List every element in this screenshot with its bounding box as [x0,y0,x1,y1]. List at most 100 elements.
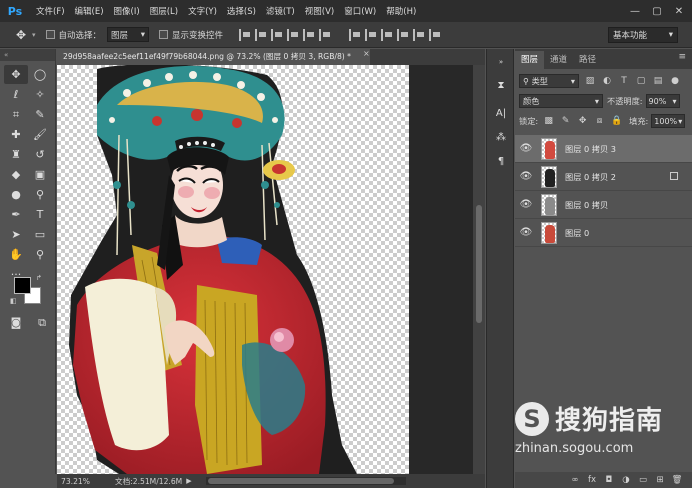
visibility-eye-icon[interactable]: 👁 [517,171,535,182]
tab-channels[interactable]: 通道 [544,51,573,69]
eraser-tool-icon[interactable]: ◆ [4,165,28,184]
align-bottom-icon[interactable] [271,28,283,41]
document-canvas[interactable] [57,65,409,474]
lock-image-icon[interactable]: ✎ [559,115,572,128]
panel-menu-icon[interactable]: ≡ [678,52,686,62]
layer-thumbnail[interactable] [541,165,557,188]
lasso-tool-icon[interactable]: ℓ [4,85,28,104]
layer-thumbnail[interactable] [541,221,557,244]
vertical-scroll-thumb[interactable] [476,205,482,323]
eyedropper-tool-icon[interactable]: ✎ [28,105,52,124]
quick-mask-icon[interactable]: ◙ [8,313,24,332]
filter-shape-icon[interactable]: ▢ [635,75,647,87]
zoom-tool-icon[interactable]: ⚲ [28,245,52,264]
distribute-hcenter-icon[interactable] [413,28,425,41]
menu-help[interactable]: 帮助(H) [386,5,416,17]
menu-filter[interactable]: 滤镜(T) [266,5,295,17]
auto-select-checkbox[interactable] [45,30,55,39]
hand-tool-icon[interactable]: ✋ [4,245,28,264]
character-panel-icon[interactable]: A| [491,105,511,123]
document-tab[interactable]: 29d958aafee2c5eef11ef49f79b68044.png @ 7… [57,49,370,65]
lock-position-icon[interactable]: ✥ [576,115,589,128]
distribute-vcenter-icon[interactable] [365,28,377,41]
adjustment-icon[interactable]: ◑ [619,475,633,485]
filter-adjustment-icon[interactable]: ◐ [601,75,613,87]
marquee-tool-icon[interactable]: ◯ [28,65,52,84]
canvas-area[interactable] [57,65,473,474]
layer-thumbnail[interactable] [541,193,557,216]
tools-panel-header[interactable]: « [0,49,55,61]
menu-select[interactable]: 选择(S) [227,5,256,17]
history-brush-tool-icon[interactable]: ↺ [28,145,52,164]
folder-icon[interactable]: ▭ [636,475,650,485]
filter-type-icon[interactable]: T [618,75,630,87]
zoom-level[interactable]: 73.21% [57,477,95,486]
healing-brush-tool-icon[interactable]: ✚ [4,125,28,144]
clone-stamp-tool-icon[interactable]: ♜ [4,145,28,164]
pen-tool-icon[interactable]: ✒ [4,205,28,224]
distribute-bottom-icon[interactable] [381,28,393,41]
gradient-tool-icon[interactable]: ▣ [28,165,52,184]
layer-name[interactable]: 图层 0 拷贝 2 [565,171,616,183]
visibility-eye-icon[interactable]: 👁 [517,199,535,210]
align-top-icon[interactable] [239,28,251,41]
foreground-color-swatch[interactable] [14,277,31,294]
magic-wand-tool-icon[interactable]: ✧ [28,85,52,104]
paragraph-panel-icon[interactable]: ¶ [491,153,511,171]
distribute-top-icon[interactable] [349,28,361,41]
move-tool-icon[interactable]: ✥ [4,65,28,84]
blend-mode-dropdown[interactable]: 颜色 ▾ [519,94,603,108]
menu-window[interactable]: 窗口(W) [344,5,376,17]
status-menu-arrow-icon[interactable]: ▶ [186,477,191,485]
horizontal-scroll-thumb[interactable] [207,478,394,484]
fill-field[interactable]: 100% ▾ [651,114,686,128]
menu-type[interactable]: 文字(Y) [188,5,217,17]
layer-row[interactable]: 👁 图层 0 拷贝 [515,191,692,219]
lock-artboard-icon[interactable]: ⧈ [593,115,606,128]
show-transform-checkbox[interactable] [159,30,169,39]
close-window-button[interactable]: ✕ [668,6,690,17]
type-tool-icon[interactable]: T [28,205,52,224]
filter-toggle-icon[interactable]: ● [669,75,681,87]
swap-colors-icon[interactable]: ↱ [36,274,42,282]
menu-file[interactable]: 文件(F) [36,5,65,17]
workspace-dropdown[interactable]: 基本功能 ▾ [608,27,678,43]
screen-mode-icon[interactable]: ⧉ [34,313,50,332]
filter-smart-object-icon[interactable]: ▤ [652,75,664,87]
crop-tool-icon[interactable]: ⌗ [4,105,28,124]
link-icon[interactable]: ∞ [568,475,582,485]
tab-paths[interactable]: 路径 [573,51,602,69]
opacity-field[interactable]: 90% ▾ [645,94,680,108]
fx-icon[interactable]: fx [585,475,599,485]
layer-thumbnail[interactable] [541,137,557,160]
brush-tool-icon[interactable]: 🖌 [28,125,52,144]
vertical-scrollbar[interactable] [473,65,485,474]
default-colors-icon[interactable]: ◧ [10,297,17,305]
auto-select-dropdown[interactable]: 图层 ▾ [107,27,150,42]
align-hcenter-icon[interactable] [303,28,315,41]
layer-style-indicator-icon[interactable] [670,172,678,180]
layer-name[interactable]: 图层 0 [565,227,589,239]
menu-layer[interactable]: 图层(L) [150,5,178,17]
filter-pixel-icon[interactable]: ▨ [584,75,596,87]
move-tool-preset-icon[interactable]: ✥ [8,28,34,42]
minimize-button[interactable]: — [624,6,646,17]
mask-icon[interactable]: ◘ [602,475,616,485]
horizontal-scrollbar[interactable] [205,477,406,485]
new-layer-icon[interactable]: ⊞ [653,475,667,485]
visibility-eye-icon[interactable]: 👁 [517,143,535,154]
menu-image[interactable]: 图像(I) [114,5,140,17]
maximize-button[interactable]: ▢ [646,6,668,17]
blur-tool-icon[interactable]: ● [4,185,28,204]
menu-view[interactable]: 视图(V) [305,5,334,17]
history-panel-icon[interactable]: ⧗ [491,77,511,95]
filter-kind-dropdown[interactable]: ⚲ 类型 ▾ [519,74,579,88]
lock-all-icon[interactable]: 🔒 [610,115,623,128]
distribute-left-icon[interactable] [397,28,409,41]
align-vcenter-icon[interactable] [255,28,267,41]
visibility-eye-icon[interactable]: 👁 [517,227,535,238]
collapse-arrows-icon[interactable]: » [491,53,511,71]
layer-name[interactable]: 图层 0 拷贝 3 [565,143,616,155]
layer-name[interactable]: 图层 0 拷贝 [565,199,608,211]
close-document-icon[interactable]: × [363,49,370,58]
